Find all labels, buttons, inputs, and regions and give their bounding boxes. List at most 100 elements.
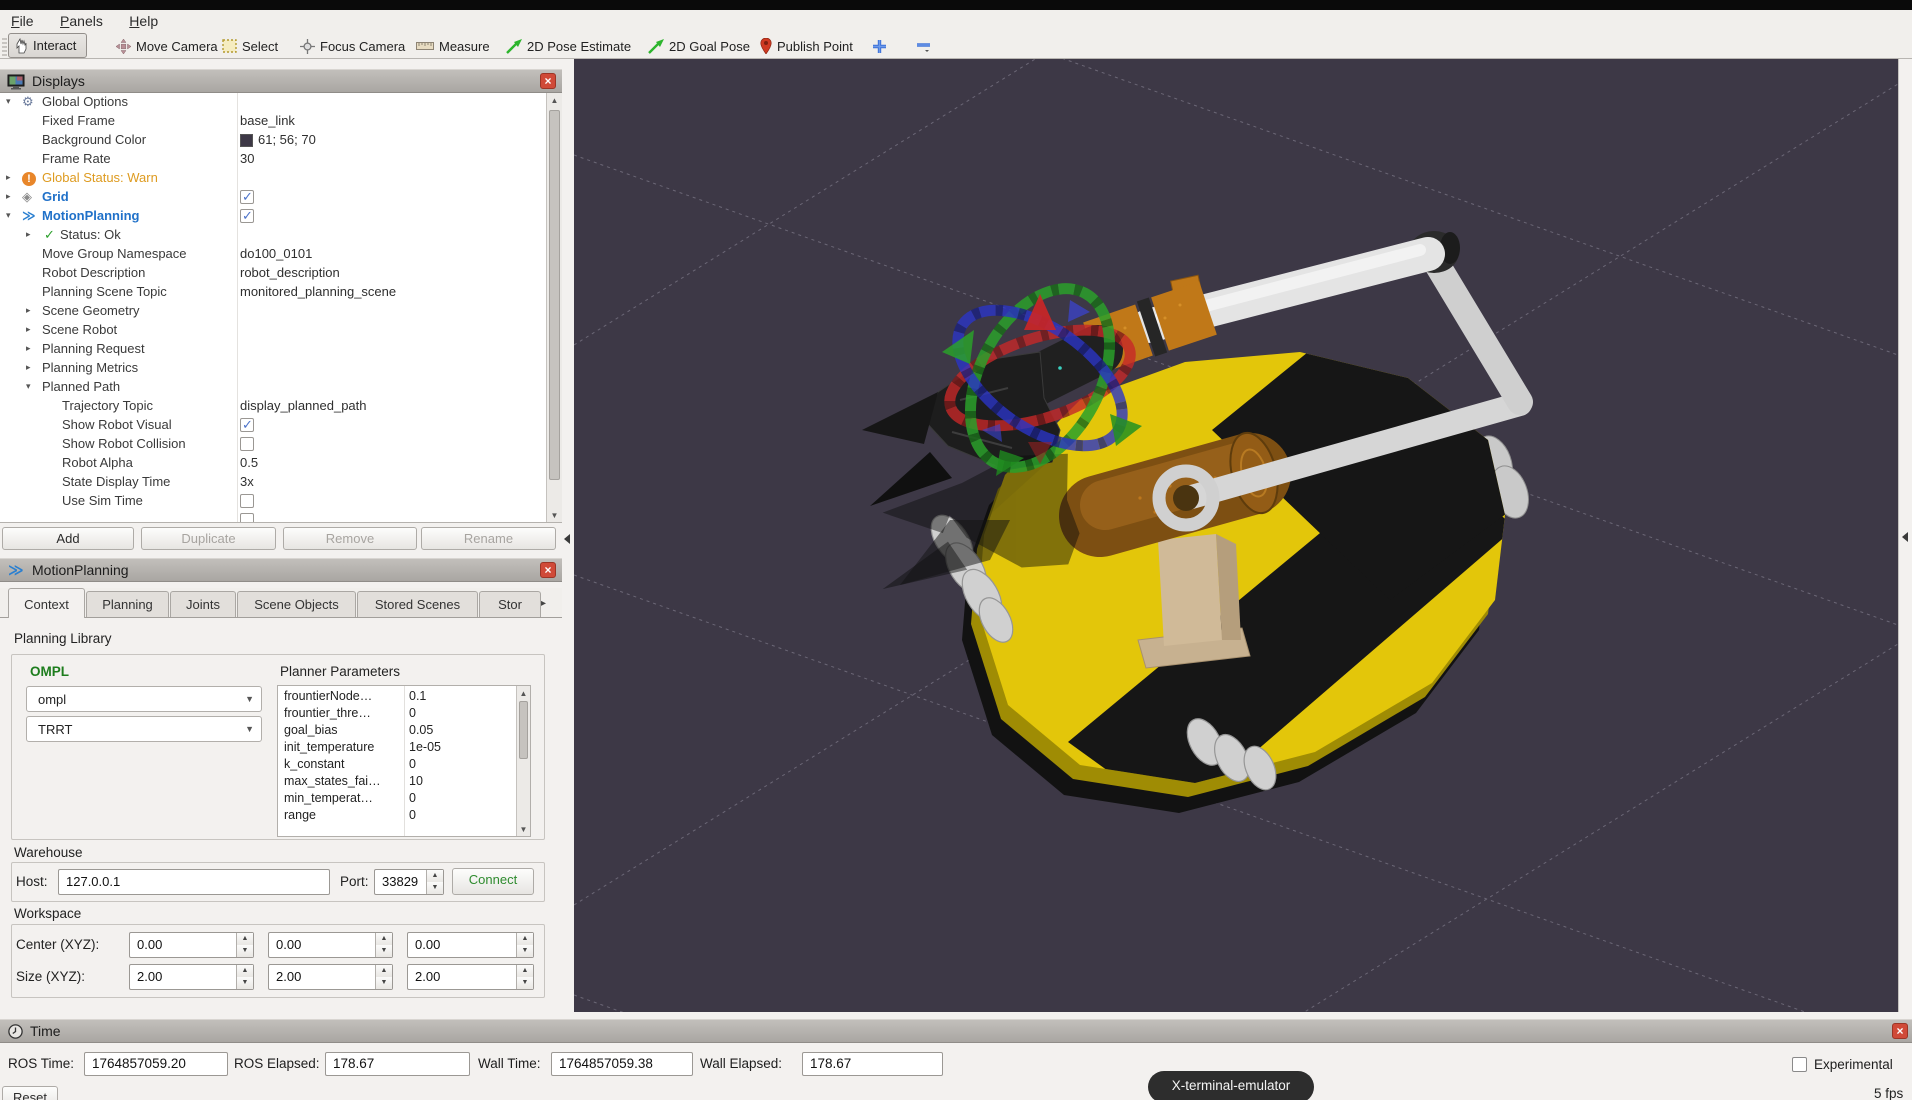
size-z-spinbox[interactable]: 2.00▲▼ — [407, 964, 534, 990]
displays-panel-header[interactable]: Displays × — [0, 69, 562, 93]
taskbar-terminal-button[interactable]: X-terminal-emulator — [1148, 1071, 1314, 1100]
tree-row-status-ok[interactable]: ▸ ✓ Status: Ok — [0, 226, 546, 245]
experimental-checkbox[interactable] — [1792, 1057, 1807, 1072]
scroll-down-icon[interactable]: ▼ — [547, 508, 562, 523]
planning-scene-topic-value[interactable]: monitored_planning_scene — [240, 284, 396, 299]
close-icon[interactable]: × — [540, 562, 556, 578]
scroll-up-icon[interactable]: ▲ — [517, 686, 530, 701]
tree-row-global-status[interactable]: ▸ ! Global Status: Warn — [0, 169, 546, 188]
menu-panels[interactable]: Panels — [49, 10, 114, 29]
tree-row-scene-robot[interactable]: ▸ Scene Robot — [0, 321, 546, 340]
time-panel-header[interactable]: Time × — [0, 1019, 1912, 1043]
size-x-spinbox[interactable]: 2.00▲▼ — [129, 964, 254, 990]
params-scrollbar[interactable]: ▲ ▼ — [516, 686, 530, 836]
tab-joints[interactable]: Joints — [170, 591, 236, 618]
tree-row-frame-rate[interactable]: Frame Rate 30 — [0, 150, 546, 169]
remove-tool-button[interactable] — [916, 36, 931, 56]
tab-stored-scenes[interactable]: Stored Scenes — [357, 591, 478, 618]
tree-row-robot-description[interactable]: Robot Description robot_description — [0, 264, 546, 283]
planner-params-table[interactable]: frountierNode…0.1 frountier_thre…0 goal_… — [277, 685, 531, 837]
tree-row-trajectory-topic[interactable]: Trajectory Topic display_planned_path — [0, 397, 546, 416]
tree-scrollbar-thumb[interactable] — [549, 110, 560, 480]
param-row[interactable]: k_constant0 — [278, 756, 530, 773]
tree-row-motionplanning[interactable]: ▾ ≫ MotionPlanning — [0, 207, 546, 226]
tree-row-scene-geometry[interactable]: ▸ Scene Geometry — [0, 302, 546, 321]
scroll-down-icon[interactable]: ▼ — [517, 822, 530, 837]
tree-row-show-robot-visual[interactable]: Show Robot Visual — [0, 416, 546, 435]
3d-viewport[interactable] — [574, 59, 1898, 1012]
tree-row-move-group-namespace[interactable]: Move Group Namespace do100_0101 — [0, 245, 546, 264]
duplicate-button[interactable]: Duplicate — [141, 527, 276, 550]
close-icon[interactable]: × — [540, 73, 556, 89]
param-row[interactable]: goal_bias0.05 — [278, 722, 530, 739]
use-sim-time-checkbox[interactable] — [240, 494, 254, 508]
ros-time-field[interactable]: 1764857059.20 — [84, 1052, 228, 1076]
tree-row-planning-metrics[interactable]: ▸ Planning Metrics — [0, 359, 546, 378]
collapse-left-icon[interactable] — [1902, 532, 1908, 542]
partial-checkbox[interactable] — [240, 513, 254, 523]
background-color-value[interactable]: 61; 56; 70 — [258, 132, 316, 147]
chevron-right-icon[interactable]: ▸ — [26, 229, 31, 240]
param-row[interactable]: range0 — [278, 807, 530, 824]
tab-scene-objects[interactable]: Scene Objects — [237, 591, 356, 618]
grid-enabled-checkbox[interactable] — [240, 190, 254, 204]
tab-planning[interactable]: Planning — [86, 591, 169, 618]
interact-tool-button[interactable]: Interact — [8, 33, 87, 58]
chevron-right-icon[interactable]: ▸ — [26, 343, 31, 354]
tab-scroll-right-icon[interactable]: ▸ — [541, 598, 546, 609]
move-camera-tool-button[interactable]: Move Camera — [116, 36, 218, 56]
panel-splitter[interactable] — [562, 59, 574, 1012]
show-robot-collision-checkbox[interactable] — [240, 437, 254, 451]
chevron-right-icon[interactable]: ▸ — [26, 362, 31, 373]
spin-arrows[interactable]: ▲▼ — [426, 870, 443, 894]
motionplanning-panel-header[interactable]: ≫ MotionPlanning × — [0, 558, 562, 582]
tree-row-state-display-time[interactable]: State Display Time 3x — [0, 473, 546, 492]
menu-file[interactable]: File — [0, 10, 45, 29]
remove-button[interactable]: Remove — [283, 527, 417, 550]
add-tool-button[interactable] — [872, 36, 887, 56]
chevron-right-icon[interactable]: ▸ — [6, 172, 11, 183]
center-x-spinbox[interactable]: 0.00▲▼ — [129, 932, 254, 958]
rename-button[interactable]: Rename — [421, 527, 556, 550]
center-z-spinbox[interactable]: 0.00▲▼ — [407, 932, 534, 958]
trajectory-topic-value[interactable]: display_planned_path — [240, 398, 367, 413]
center-y-spinbox[interactable]: 0.00▲▼ — [268, 932, 393, 958]
select-tool-button[interactable]: Select — [222, 36, 278, 56]
wall-elapsed-field[interactable]: 178.67 — [802, 1052, 943, 1076]
focus-camera-tool-button[interactable]: Focus Camera — [300, 36, 405, 56]
param-row[interactable]: init_temperature1e-05 — [278, 739, 530, 756]
tree-row-robot-alpha[interactable]: Robot Alpha 0.5 — [0, 454, 546, 473]
robot-alpha-value[interactable]: 0.5 — [240, 455, 258, 470]
param-row[interactable]: frountierNode…0.1 — [278, 688, 530, 705]
measure-tool-button[interactable]: Measure — [416, 36, 490, 56]
tree-row-grid[interactable]: ▸ ◈ Grid — [0, 188, 546, 207]
pose-estimate-tool-button[interactable]: 2D Pose Estimate — [506, 36, 631, 56]
param-row[interactable]: max_states_fai…10 — [278, 773, 530, 790]
tree-row-planned-path[interactable]: ▾ Planned Path — [0, 378, 546, 397]
param-row[interactable]: frountier_thre…0 — [278, 705, 530, 722]
port-spinbox[interactable]: 33829 ▲▼ — [374, 869, 444, 895]
frame-rate-value[interactable]: 30 — [240, 151, 254, 166]
tree-row-fixed-frame[interactable]: Fixed Frame base_link — [0, 112, 546, 131]
tree-row-show-robot-collision[interactable]: Show Robot Collision — [0, 435, 546, 454]
state-display-time-value[interactable]: 3x — [240, 474, 254, 489]
chevron-right-icon[interactable]: ▸ — [26, 324, 31, 335]
tree-scrollbar[interactable]: ▲ ▼ — [546, 93, 562, 523]
chevron-down-icon[interactable]: ▾ — [26, 381, 31, 392]
menu-help[interactable]: Help — [118, 10, 169, 29]
library-combo[interactable]: ompl ▼ — [26, 686, 262, 712]
tree-row-partial[interactable] — [0, 511, 546, 523]
collapse-left-icon[interactable] — [564, 534, 570, 544]
param-row[interactable]: min_temperat…0 — [278, 790, 530, 807]
chevron-down-icon[interactable]: ▾ — [6, 210, 11, 221]
chevron-right-icon[interactable]: ▸ — [6, 191, 11, 202]
size-y-spinbox[interactable]: 2.00▲▼ — [268, 964, 393, 990]
wall-time-field[interactable]: 1764857059.38 — [551, 1052, 693, 1076]
chevron-down-icon[interactable]: ▾ — [6, 96, 11, 107]
tree-row-planning-scene-topic[interactable]: Planning Scene Topic monitored_planning_… — [0, 283, 546, 302]
move-group-namespace-value[interactable]: do100_0101 — [240, 246, 312, 261]
host-input[interactable]: 127.0.0.1 — [58, 869, 330, 895]
scroll-up-icon[interactable]: ▲ — [547, 93, 562, 108]
tree-row-planning-request[interactable]: ▸ Planning Request — [0, 340, 546, 359]
ros-elapsed-field[interactable]: 178.67 — [325, 1052, 470, 1076]
